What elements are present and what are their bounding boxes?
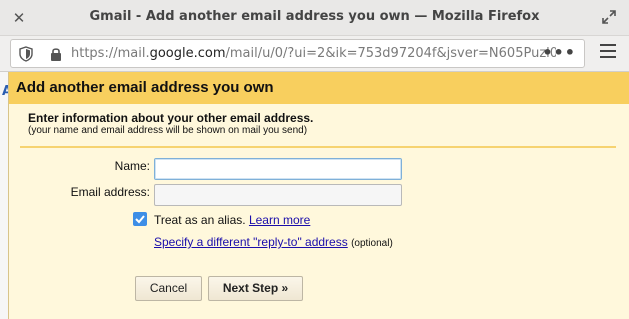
maximize-icon[interactable] (601, 9, 619, 27)
lock-icon[interactable] (49, 46, 63, 62)
alias-row: Treat as an alias. Learn more (154, 213, 310, 227)
url-text[interactable]: https://mail.google.com/mail/u/0/?ui=2&i… (71, 46, 556, 61)
hamburger-menu-icon[interactable] (600, 44, 616, 60)
replyto-optional-label: (optional) (351, 238, 393, 249)
window-title: Gmail - Add another email address you ow… (89, 9, 540, 24)
learn-more-link[interactable]: Learn more (249, 213, 310, 227)
checkmark-icon (135, 215, 145, 224)
replyto-row: Specify a different "reply-to" address (… (154, 235, 393, 249)
intro-heading: Enter information about your other email… (28, 111, 314, 125)
dialog-header: Add another email address you own (9, 72, 629, 104)
overflow-menu-icon[interactable]: ••• (542, 43, 576, 62)
replyto-link[interactable]: Specify a different "reply-to" address (154, 235, 348, 249)
email-label: Email address: (70, 185, 150, 199)
alias-checkbox[interactable] (133, 212, 147, 226)
url-bar[interactable]: https://mail.google.com/mail/u/0/?ui=2&i… (10, 39, 585, 68)
name-label: Name: (114, 159, 150, 173)
email-input[interactable] (154, 184, 402, 206)
divider (20, 146, 616, 148)
cancel-button[interactable]: Cancel (135, 276, 202, 301)
navigation-bar: https://mail.google.com/mail/u/0/?ui=2&i… (0, 36, 629, 72)
alias-label: Treat as an alias. (154, 213, 246, 227)
add-email-dialog: Add another email address you own Enter … (8, 72, 629, 319)
shield-icon[interactable] (19, 46, 33, 62)
name-input[interactable] (154, 158, 402, 180)
dialog-title: Add another email address you own (16, 79, 274, 96)
window-titlebar: ✕ Gmail - Add another email address you … (0, 0, 629, 36)
intro-subtext: (your name and email address will be sho… (28, 125, 308, 136)
next-step-button[interactable]: Next Step » (208, 276, 303, 301)
